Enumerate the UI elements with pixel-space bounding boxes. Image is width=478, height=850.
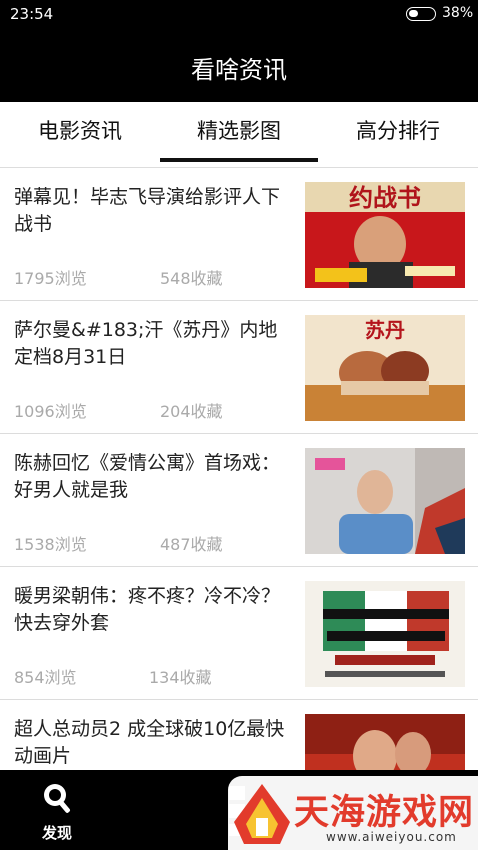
article-title: 萨尔曼&#183;汗《苏丹》内地定档8月31日: [14, 319, 278, 368]
search-icon: [44, 784, 70, 813]
favorite-count: 204收藏: [160, 402, 223, 421]
view-count: 1538浏览: [14, 535, 87, 554]
article-title: 超人总动员2 成全球破10亿最快动画片: [14, 718, 285, 767]
article-thumbnail[interactable]: [305, 581, 465, 687]
favorite-count: 548收藏: [160, 269, 223, 288]
title-bar: 看啥资讯: [0, 28, 478, 102]
view-count: 1795浏览: [14, 269, 87, 288]
battery-percent: 38%: [442, 5, 474, 21]
active-tab-indicator: [160, 158, 318, 162]
watermark-text: 天海游戏网: [294, 793, 475, 833]
watermark-logo-icon: [234, 784, 290, 844]
favorite-count: 134收藏: [149, 668, 212, 687]
news-feed[interactable]: 弹幕见！毕志飞导演给影评人下战书 1795浏览 548收藏 约战书 萨尔曼&#1…: [0, 168, 478, 770]
tab-movie-news[interactable]: 电影资讯: [0, 102, 160, 164]
article-title: 弹幕见！毕志飞导演给影评人下战书: [14, 186, 281, 235]
tab-bar: 电影资讯 精选影图 高分排行: [0, 102, 478, 168]
article-thumbnail[interactable]: 约战书: [305, 182, 465, 288]
list-item[interactable]: 超人总动员2 成全球破10亿最快动画片: [0, 700, 478, 770]
article-thumbnail[interactable]: [305, 448, 465, 554]
list-item[interactable]: 萨尔曼&#183;汗《苏丹》内地定档8月31日 1096浏览 204收藏 苏丹: [0, 301, 478, 434]
poster-title: 苏丹: [365, 318, 405, 342]
list-item[interactable]: 暖男梁朝伟：疼不疼？冷不冷？快去穿外套 854浏览 134收藏: [0, 567, 478, 700]
article-title: 陈赫回忆《爱情公寓》首场戏：好男人就是我: [14, 452, 281, 501]
article-thumbnail[interactable]: 苏丹: [305, 315, 465, 421]
page-title: 看啥资讯: [191, 56, 287, 84]
tab-top-rated[interactable]: 高分排行: [318, 102, 478, 164]
article-thumbnail[interactable]: [305, 714, 465, 770]
poster-title: 约战书: [349, 184, 421, 212]
nav-discover[interactable]: 发现: [22, 780, 92, 844]
nav-discover-label: 发现: [41, 824, 72, 842]
battery-fill: [409, 10, 418, 17]
status-time: 23:54: [10, 5, 54, 23]
battery-icon: [406, 7, 436, 21]
watermark: 天海游戏网 www.aiweiyou.com: [228, 776, 478, 850]
status-bar: 23:54 38%: [0, 0, 478, 28]
favorite-count: 487收藏: [160, 535, 223, 554]
watermark-url: www.aiweiyou.com: [326, 830, 457, 844]
list-item[interactable]: 弹幕见！毕志飞导演给影评人下战书 1795浏览 548收藏 约战书: [0, 168, 478, 301]
tab-featured-images[interactable]: 精选影图: [160, 102, 318, 164]
list-item[interactable]: 陈赫回忆《爱情公寓》首场戏：好男人就是我 1538浏览 487收藏: [0, 434, 478, 567]
view-count: 1096浏览: [14, 402, 87, 421]
article-title: 暖男梁朝伟：疼不疼？冷不冷？快去穿外套: [14, 585, 281, 634]
view-count: 854浏览: [14, 668, 77, 687]
